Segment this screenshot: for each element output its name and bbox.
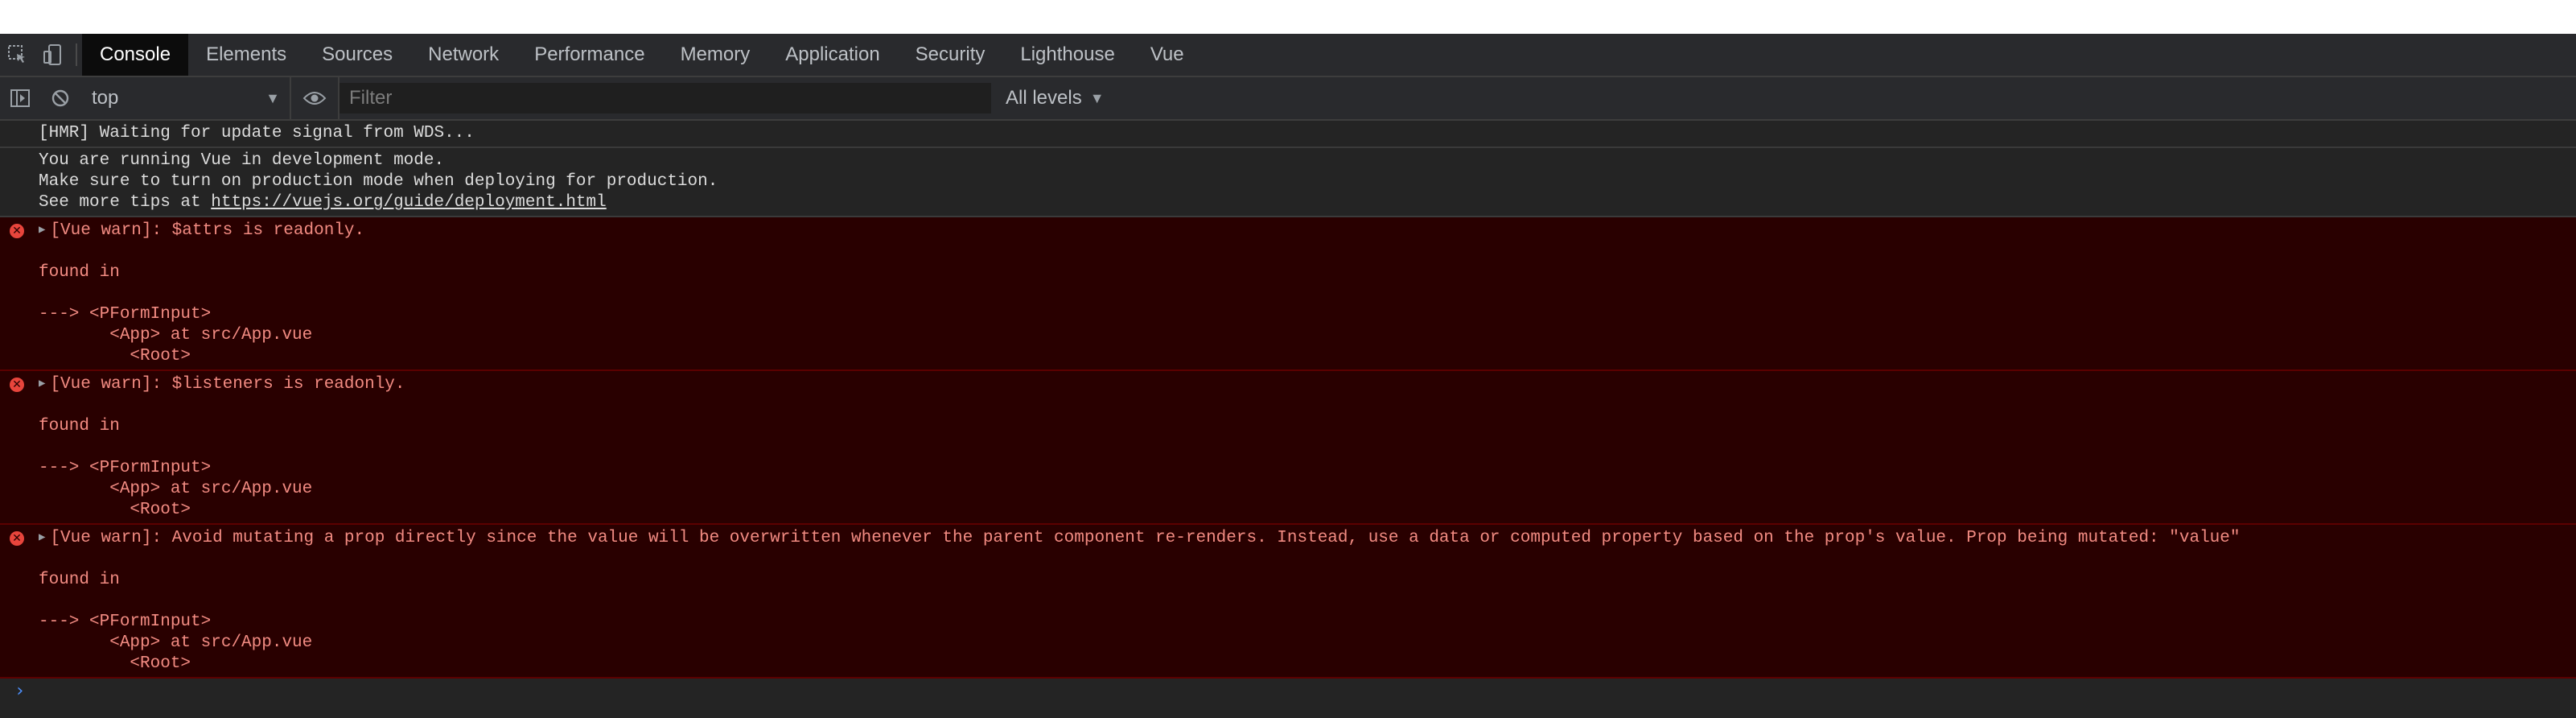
context-value: top: [92, 87, 119, 109]
chevron-down-icon: ▼: [1089, 89, 1105, 106]
expand-triangle-icon[interactable]: ▶: [39, 373, 45, 394]
inspect-element-icon[interactable]: [0, 34, 35, 76]
trace-line: <Root>: [39, 654, 191, 673]
trace-line: <Root>: [39, 501, 191, 519]
clear-console-icon[interactable]: [40, 77, 80, 119]
trace-line: <App> at src/App.vue: [39, 480, 313, 498]
tab-sources[interactable]: Sources: [304, 34, 410, 76]
prompt-chevron-icon: ›: [14, 680, 26, 701]
browser-top-area: [0, 0, 2576, 35]
error-icon: ✕: [10, 378, 24, 392]
console-error-mutating-prop: ✕ ▶ [Vue warn]: Avoid mutating a prop dire…: [0, 525, 2576, 679]
console-messages: [HMR] Waiting for update signal from WDS…: [0, 121, 2576, 679]
found-in-text: found in: [39, 263, 120, 282]
devtools-tab-bar: Console Elements Sources Network Perform…: [0, 34, 2576, 77]
toolbar-divider: [76, 43, 77, 66]
context-selector[interactable]: top ▼: [80, 77, 291, 119]
message-line-prefix: See more tips at: [39, 193, 212, 212]
trace-line: <App> at src/App.vue: [39, 633, 313, 652]
found-in-text: found in: [39, 417, 120, 435]
console-error-listeners: ✕ ▶ [Vue warn]: $listeners is readonly. fo…: [0, 371, 2576, 525]
trace-line: ---> <PFormInput>: [39, 613, 212, 631]
chevron-down-icon: ▼: [265, 89, 280, 106]
filter-input[interactable]: [339, 83, 991, 113]
message-line: Make sure to turn on production mode whe…: [39, 172, 718, 191]
devtools-panel: Console Elements Sources Network Perform…: [0, 34, 2576, 718]
console-message-vue-devmode: You are running Vue in development mode.…: [0, 148, 2576, 217]
error-text: [Vue warn]: $attrs is readonly.: [50, 221, 365, 240]
expand-triangle-icon[interactable]: ▶: [39, 220, 45, 241]
error-text: [Vue warn]: $listeners is readonly.: [50, 375, 405, 394]
tab-application[interactable]: Application: [767, 34, 897, 76]
console-error-attrs: ✕ ▶ [Vue warn]: $attrs is readonly. found …: [0, 217, 2576, 371]
error-icon: ✕: [10, 224, 24, 238]
found-in-text: found in: [39, 571, 120, 589]
tab-lighthouse[interactable]: Lighthouse: [1002, 34, 1132, 76]
deployment-guide-link[interactable]: https://vuejs.org/guide/deployment.html: [211, 193, 606, 212]
device-toolbar-icon[interactable]: [35, 34, 71, 76]
live-expression-eye-icon[interactable]: [291, 77, 339, 119]
sidebar-toggle-icon[interactable]: [0, 77, 40, 119]
console-message-hmr: [HMR] Waiting for update signal from WDS…: [0, 121, 2576, 148]
console-toolbar: top ▼ All levels ▼: [0, 77, 2576, 121]
tab-network[interactable]: Network: [410, 34, 516, 76]
trace-line: <Root>: [39, 347, 191, 365]
message-text: [HMR] Waiting for update signal from WDS…: [39, 124, 475, 142]
tab-security[interactable]: Security: [898, 34, 1003, 76]
error-text: [Vue warn]: Avoid mutating a prop direct…: [50, 529, 2241, 547]
console-prompt[interactable]: ›: [0, 679, 2576, 703]
error-icon: ✕: [10, 531, 24, 546]
tab-vue[interactable]: Vue: [1133, 34, 1202, 76]
tab-performance[interactable]: Performance: [516, 34, 662, 76]
log-levels-dropdown[interactable]: All levels ▼: [1006, 87, 1105, 109]
log-levels-label: All levels: [1006, 87, 1082, 109]
trace-line: ---> <PFormInput>: [39, 305, 212, 324]
trace-line: <App> at src/App.vue: [39, 326, 313, 345]
message-line: You are running Vue in development mode.: [39, 151, 445, 170]
tab-elements[interactable]: Elements: [188, 34, 304, 76]
trace-line: ---> <PFormInput>: [39, 459, 212, 477]
expand-triangle-icon[interactable]: ▶: [39, 527, 45, 548]
tab-memory[interactable]: Memory: [663, 34, 768, 76]
tab-console[interactable]: Console: [82, 34, 189, 76]
